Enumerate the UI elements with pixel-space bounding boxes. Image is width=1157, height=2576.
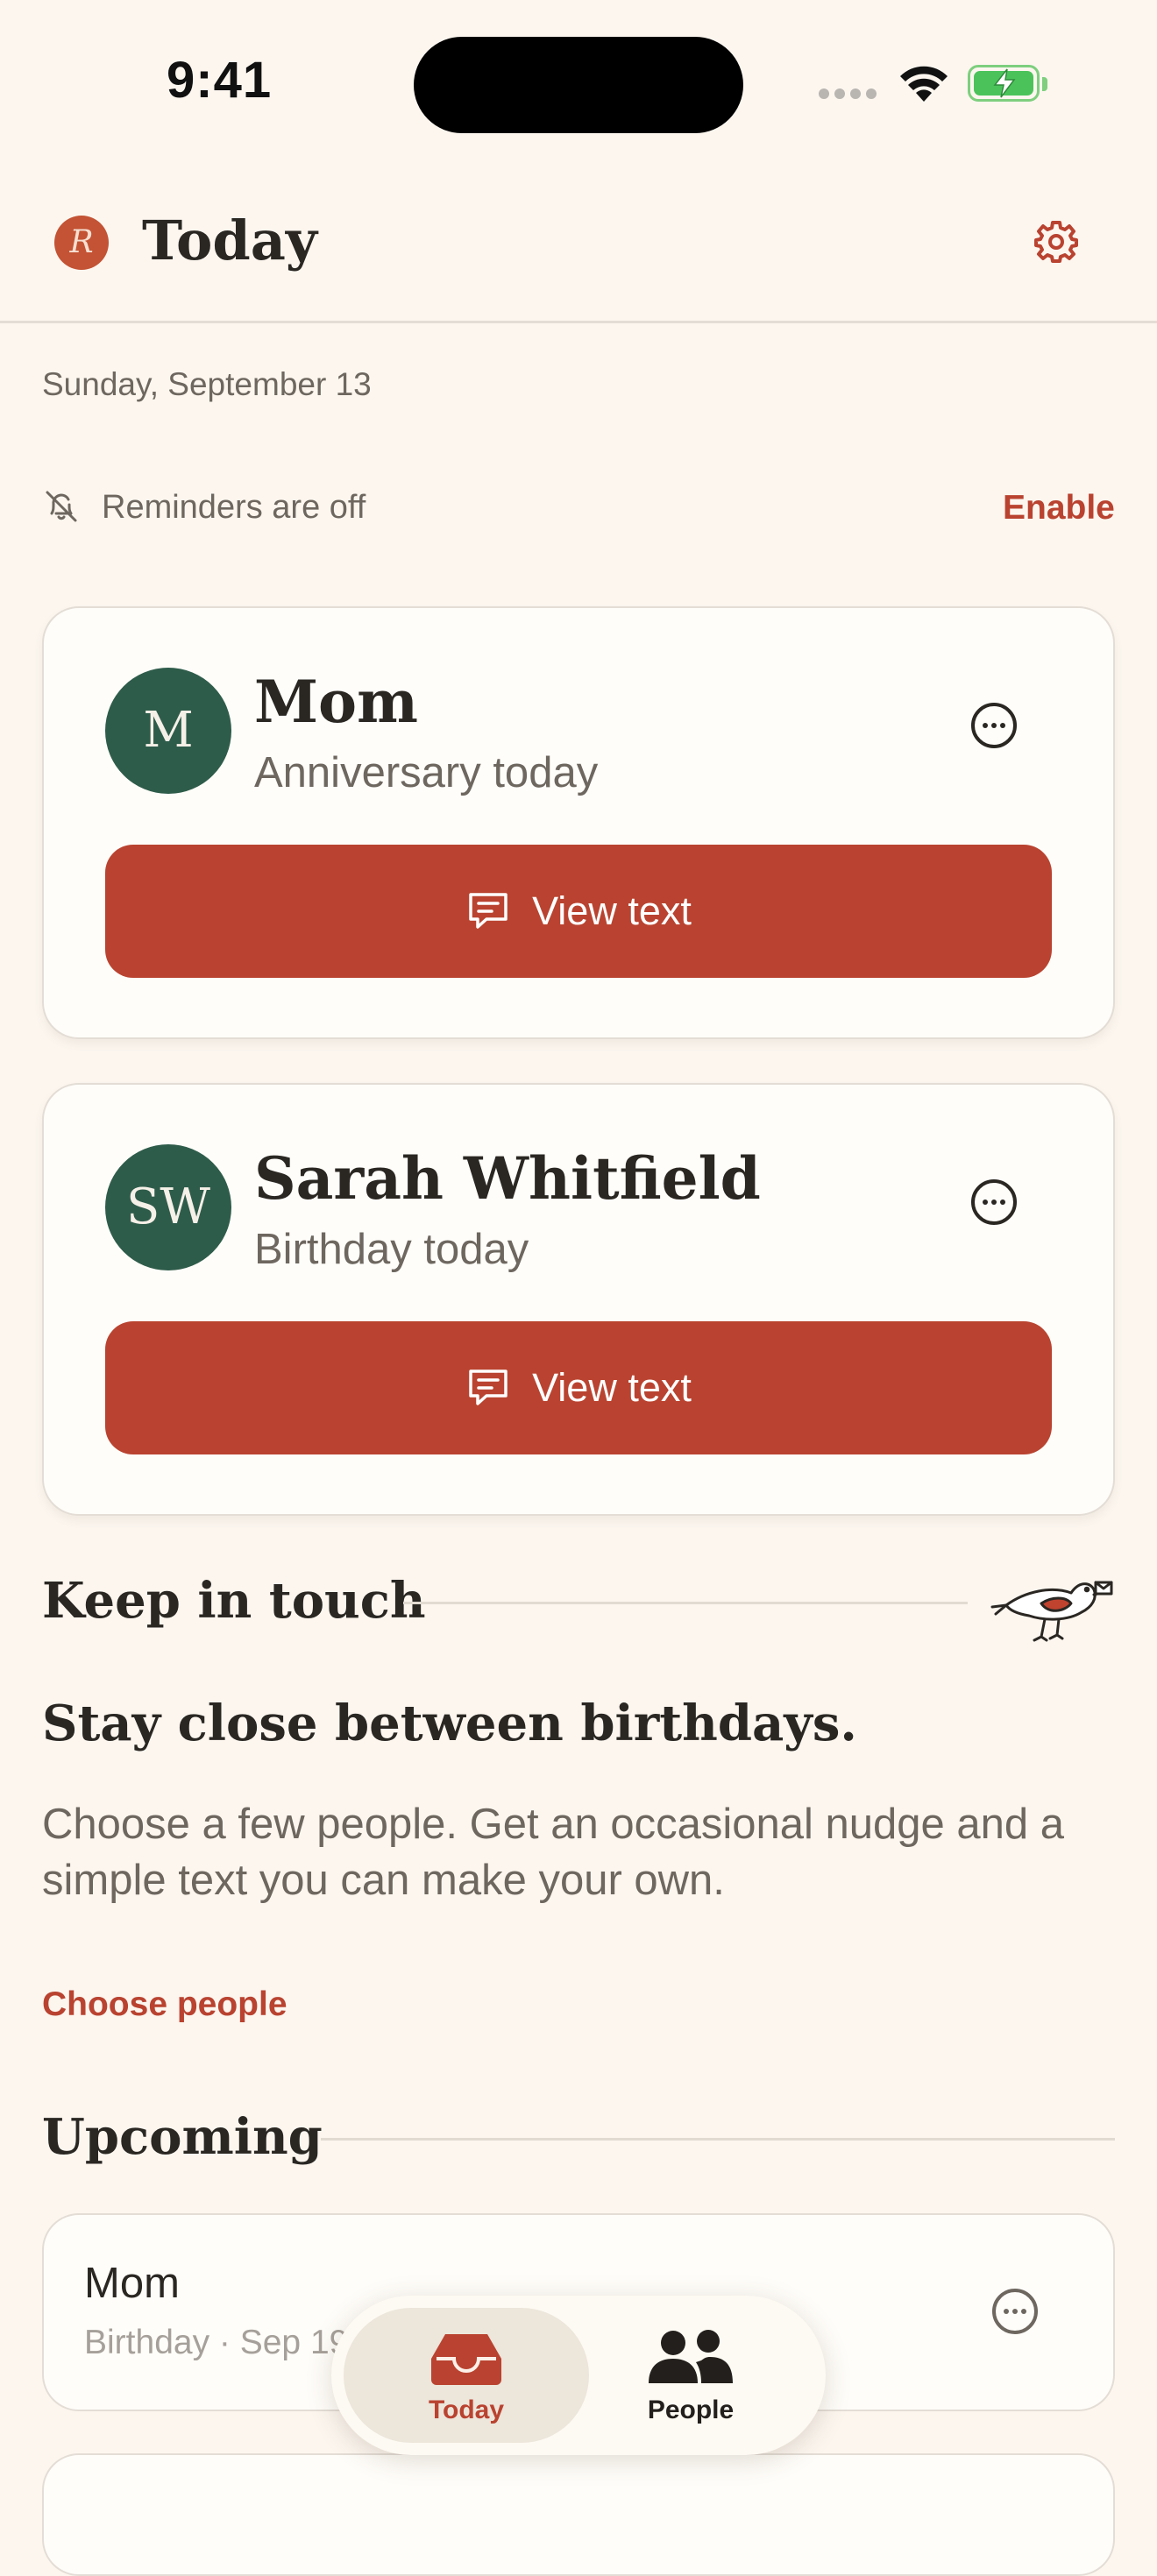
header-divider: [0, 321, 1157, 323]
more-options-icon[interactable]: [971, 703, 1017, 748]
bird-illustration-icon: [990, 1560, 1113, 1652]
section-rule: [321, 2138, 1115, 2141]
view-text-button[interactable]: View text: [105, 1321, 1052, 1454]
bell-off-icon: [42, 487, 81, 530]
contact-name: Mom: [254, 668, 418, 736]
keep-in-touch-description: Choose a few people. Get an occasional n…: [42, 1801, 1064, 1904]
battery-icon: [968, 65, 1047, 102]
status-time: 9:41: [167, 52, 273, 109]
tab-today-label: Today: [428, 2396, 505, 2424]
upcoming-list-item[interactable]: [42, 2453, 1115, 2576]
more-options-icon[interactable]: [992, 2289, 1038, 2334]
enable-reminders-link[interactable]: Enable: [1003, 489, 1115, 527]
view-text-label: View text: [532, 1365, 692, 1410]
message-icon: [469, 893, 508, 929]
avatar: M: [105, 668, 231, 794]
reminders-status: Reminders are off: [102, 489, 366, 526]
avatar: SW: [105, 1144, 231, 1270]
view-text-label: View text: [532, 888, 692, 933]
message-icon: [469, 1369, 508, 1405]
inbox-tray-icon: [429, 2329, 503, 2391]
upcoming-detail: Birthday · Sep 19: [84, 2324, 349, 2361]
wifi-icon: [898, 63, 950, 108]
view-text-button[interactable]: View text: [105, 845, 1052, 978]
more-options-icon[interactable]: [971, 1179, 1017, 1225]
section-rule: [403, 1602, 968, 1604]
upcoming-name: Mom: [84, 2260, 180, 2307]
section-title-keep-in-touch: Keep in touch: [42, 1572, 426, 1630]
occasion-label: Anniversary today: [254, 749, 599, 796]
current-date: Sunday, September 13: [42, 366, 372, 402]
app-logo: R: [54, 216, 109, 270]
page-title: Today: [142, 209, 317, 272]
contact-name: Sarah Whitfield: [254, 1144, 761, 1213]
choose-people-link[interactable]: Choose people: [42, 1985, 287, 2024]
section-title-upcoming: Upcoming: [42, 2108, 323, 2166]
keep-in-touch-heading: Stay close between birthdays.: [42, 1695, 857, 1752]
occasion-label: Birthday today: [254, 1226, 529, 1273]
cellular-signal-icon: [819, 88, 882, 103]
tab-people-label[interactable]: People: [603, 2396, 778, 2425]
people-icon[interactable]: [647, 2327, 735, 2391]
dynamic-island: [414, 37, 743, 133]
gear-icon[interactable]: [1034, 219, 1078, 267]
